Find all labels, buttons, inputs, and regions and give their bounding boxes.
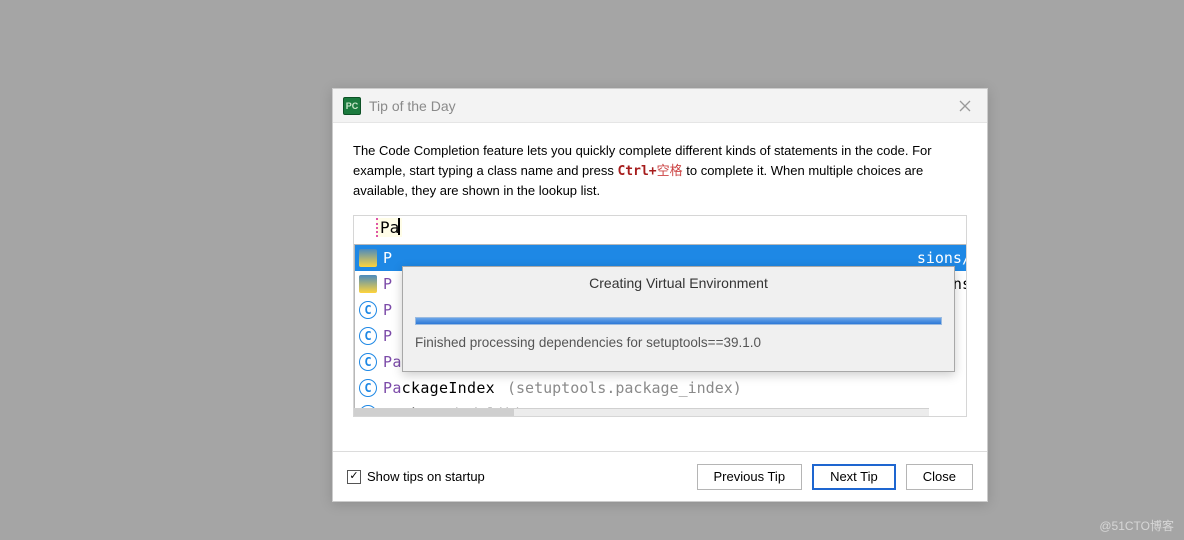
python-file-icon xyxy=(359,275,377,293)
next-tip-button[interactable]: Next Tip xyxy=(812,464,896,490)
checkbox-icon: ✓ xyxy=(347,470,361,484)
watermark-text: @51CTO博客 xyxy=(1099,517,1174,534)
typed-input: Pa xyxy=(376,218,402,237)
completion-label: P xyxy=(383,249,392,267)
progress-status: Finished processing dependencies for set… xyxy=(415,335,942,350)
completion-item[interactable]: C PackageIndex (setuptools.package_index) xyxy=(355,375,967,401)
completion-rest: ckageIndex xyxy=(402,379,495,397)
progress-title: Creating Virtual Environment xyxy=(403,275,954,291)
close-icon[interactable] xyxy=(951,92,979,120)
completion-prefix: Pa xyxy=(383,353,402,371)
tip-paragraph: The Code Completion feature lets you qui… xyxy=(353,141,967,201)
completion-prefix: Pa xyxy=(383,379,402,397)
dialog-title: Tip of the Day xyxy=(369,98,951,114)
previous-tip-button[interactable]: Previous Tip xyxy=(697,464,803,490)
dialog-titlebar: PC Tip of the Day xyxy=(333,89,987,123)
tip-kbd: Ctrl+ xyxy=(617,164,656,179)
checkbox-label: Show tips on startup xyxy=(367,469,485,484)
completion-prefix: P xyxy=(383,249,392,267)
completion-label: P xyxy=(383,327,392,345)
show-tips-checkbox[interactable]: ✓ Show tips on startup xyxy=(347,469,485,484)
progress-bar xyxy=(415,317,942,325)
class-icon: C xyxy=(359,353,377,371)
python-file-icon xyxy=(359,249,377,267)
close-button[interactable]: Close xyxy=(906,464,973,490)
scroll-thumb[interactable] xyxy=(354,409,514,416)
caret-icon xyxy=(398,218,400,235)
completion-prefix: P xyxy=(383,301,392,319)
completion-label: P xyxy=(383,275,392,293)
class-icon: C xyxy=(359,301,377,319)
class-icon: C xyxy=(359,379,377,397)
class-icon: C xyxy=(359,327,377,345)
completion-tail: sions/ xyxy=(917,249,967,267)
pycharm-icon: PC xyxy=(343,97,361,115)
dialog-footer: ✓ Show tips on startup Previous Tip Next… xyxy=(333,451,987,501)
completion-label: PackageIndex xyxy=(383,379,495,397)
tip-kbd-cjk: 空格 xyxy=(657,164,683,179)
completion-prefix: P xyxy=(383,327,392,345)
completion-label: P xyxy=(383,301,392,319)
list-scrollbar[interactable] xyxy=(354,408,929,416)
completion-prefix: P xyxy=(383,275,392,293)
completion-hint: (setuptools.package_index) xyxy=(507,379,742,397)
typed-text: Pa xyxy=(380,218,399,237)
progress-dialog: Creating Virtual Environment Finished pr… xyxy=(402,266,955,372)
